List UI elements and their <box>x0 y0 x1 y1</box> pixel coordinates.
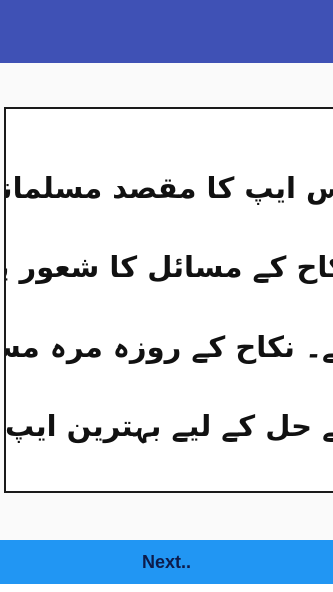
intro-line-4: کے حل کے لیے بہترین ایپ <box>5 409 333 443</box>
intro-line-1: اس ایپ کا مقصد مسلمانوں میں <box>6 171 333 205</box>
content-area: اس ایپ کا مقصد مسلمانوں میں نکاح کے مسائ… <box>0 63 333 540</box>
intro-line-3: ہے۔ نکاح کے روزہ مرہ مسائل <box>6 330 333 364</box>
intro-text-card: اس ایپ کا مقصد مسلمانوں میں نکاح کے مسائ… <box>4 107 333 493</box>
intro-text: اس ایپ کا مقصد مسلمانوں میں نکاح کے مسائ… <box>6 109 333 491</box>
intro-line-2: نکاح کے مسائل کا شعور پیدا کرنا <box>6 250 333 284</box>
bottom-strip <box>0 584 333 592</box>
app-bar <box>0 0 333 63</box>
next-button[interactable]: Next.. <box>0 540 333 584</box>
